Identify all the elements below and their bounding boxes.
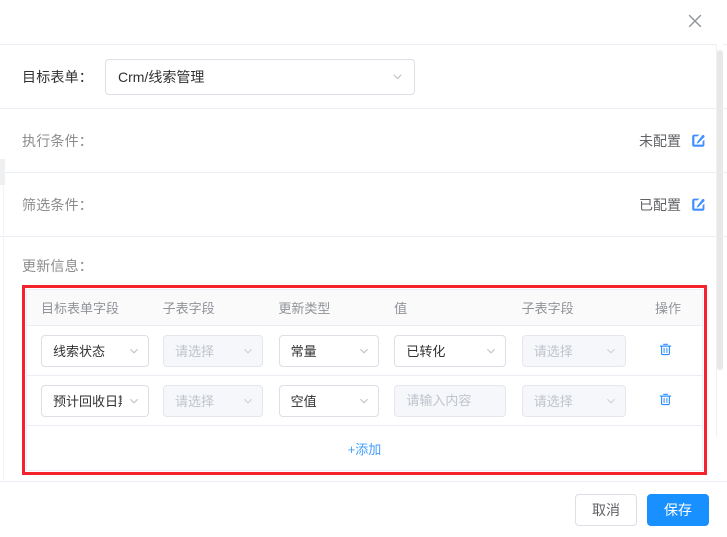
- target-form-select[interactable]: Crm/线索管理: [105, 58, 415, 95]
- cell-sub-field-1: 请选择: [149, 384, 265, 417]
- close-button[interactable]: [679, 5, 711, 37]
- chevron-down-icon: [128, 345, 140, 357]
- chevron-down-icon: [485, 345, 497, 357]
- cell-sub-field-1: 请选择: [149, 334, 265, 367]
- target-field-select[interactable]: 预计回收日期: [41, 384, 149, 417]
- chevron-down-icon: [128, 395, 140, 407]
- target-field-select-value: 线索状态: [53, 344, 106, 359]
- exec-condition-right: 未配置: [639, 131, 707, 151]
- table-row: 预计回收日期 请选择: [27, 376, 702, 426]
- add-update-field-button[interactable]: +添加: [348, 439, 382, 458]
- sub-field-2-select[interactable]: 请选择: [521, 384, 626, 417]
- value-select[interactable]: 已转化: [394, 334, 507, 367]
- target-field-select-value: 预计回收日期: [53, 394, 122, 409]
- trash-icon: [658, 342, 673, 360]
- table-row: 线索状态 请选择 常量 已转化 请选择: [27, 326, 702, 376]
- cell-sub-field-2: 请选择: [508, 384, 635, 417]
- value-select-value: 已转化: [406, 344, 446, 359]
- update-info-label: 更新信息：: [22, 258, 93, 274]
- exec-condition-row: 执行条件： 未配置: [0, 108, 727, 172]
- dialog-scrollbar-thumb[interactable]: [717, 50, 723, 370]
- update-info-highlight-box: 目标表单字段 子表字段 更新类型 值 子表字段 操作 线索状态 请选择 常量 已…: [22, 285, 707, 475]
- chevron-down-icon: [605, 345, 617, 357]
- left-scrollbar-thumb[interactable]: [0, 159, 5, 185]
- column-header-sub-field-1: 子表字段: [162, 301, 215, 316]
- sub-field-1-select-value: 请选择: [175, 394, 215, 409]
- dialog-header: [0, 0, 727, 44]
- target-form-label: 目标表单：: [22, 68, 93, 85]
- cell-sub-field-2: 请选择: [508, 334, 635, 367]
- update-record-dialog: 目标表单： Crm/线索管理 执行条件： 未配置 筛选条件： 已配置 更新信息：…: [0, 0, 727, 537]
- sub-field-2-select-value: 请选择: [533, 394, 573, 409]
- cell-actions: [635, 391, 702, 411]
- target-form-row: 目标表单： Crm/线索管理: [0, 44, 727, 108]
- update-type-select[interactable]: 空值: [278, 384, 379, 417]
- chevron-down-icon: [242, 345, 254, 357]
- dialog-footer: 取消 保存: [0, 481, 727, 537]
- update-type-select[interactable]: 常量: [278, 334, 379, 367]
- exec-condition-status: 未配置: [639, 132, 681, 149]
- target-field-select[interactable]: 线索状态: [41, 334, 149, 367]
- cancel-button[interactable]: 取消: [575, 493, 637, 526]
- filter-condition-right: 已配置: [639, 195, 707, 215]
- column-header-sub-field-2: 子表字段: [521, 301, 574, 316]
- edit-pencil-icon[interactable]: [689, 132, 707, 150]
- cell-value: [380, 384, 507, 417]
- value-text-input[interactable]: [394, 384, 507, 417]
- filter-condition-row: 筛选条件： 已配置: [0, 172, 727, 236]
- update-type-select-value: 常量: [290, 344, 317, 359]
- chevron-down-icon: [358, 395, 370, 407]
- cell-target-field: 线索状态: [27, 334, 149, 367]
- column-header-target-field: 目标表单字段: [41, 301, 120, 316]
- update-type-select-value: 空值: [290, 394, 317, 409]
- sub-field-2-select-value: 请选择: [533, 344, 573, 359]
- cell-update-type: 空值: [265, 384, 381, 417]
- column-header-update-type: 更新类型: [278, 301, 331, 316]
- delete-row-button[interactable]: [655, 391, 675, 411]
- sub-field-1-select[interactable]: 请选择: [163, 384, 263, 417]
- cell-update-type: 常量: [265, 334, 381, 367]
- sub-field-1-select[interactable]: 请选择: [163, 334, 263, 367]
- chevron-down-icon: [605, 395, 617, 407]
- column-header-actions: 操作: [655, 301, 682, 316]
- filter-condition-status: 已配置: [639, 196, 681, 213]
- update-info-table: 目标表单字段 子表字段 更新类型 值 子表字段 操作 线索状态 请选择 常量 已…: [26, 289, 703, 471]
- table-header-row: 目标表单字段 子表字段 更新类型 值 子表字段 操作: [27, 290, 702, 326]
- cell-actions: [635, 341, 702, 361]
- update-info-section: 更新信息： 目标表单字段 子表字段 更新类型 值 子表字段 操作 线索状态 请选…: [0, 236, 727, 475]
- cell-value: 已转化: [380, 334, 507, 367]
- close-icon: [686, 12, 704, 30]
- delete-row-button[interactable]: [655, 341, 675, 361]
- dialog-body: 目标表单： Crm/线索管理 执行条件： 未配置 筛选条件： 已配置 更新信息：…: [0, 44, 727, 481]
- column-header-value: 值: [394, 301, 408, 316]
- chevron-down-icon: [242, 395, 254, 407]
- left-scrollbar-track: [3, 185, 4, 481]
- sub-field-2-select[interactable]: 请选择: [521, 334, 626, 367]
- exec-condition-label: 执行条件：: [22, 132, 93, 149]
- add-row: +添加: [27, 426, 702, 471]
- chevron-down-icon: [358, 345, 370, 357]
- filter-condition-label: 筛选条件：: [22, 196, 93, 213]
- trash-icon: [658, 392, 673, 410]
- edit-pencil-icon[interactable]: [689, 196, 707, 214]
- save-button[interactable]: 保存: [647, 493, 709, 526]
- target-form-select-value: Crm/线索管理: [118, 68, 205, 85]
- sub-field-1-select-value: 请选择: [175, 344, 215, 359]
- cell-target-field: 预计回收日期: [27, 384, 149, 417]
- chevron-down-icon: [391, 70, 404, 83]
